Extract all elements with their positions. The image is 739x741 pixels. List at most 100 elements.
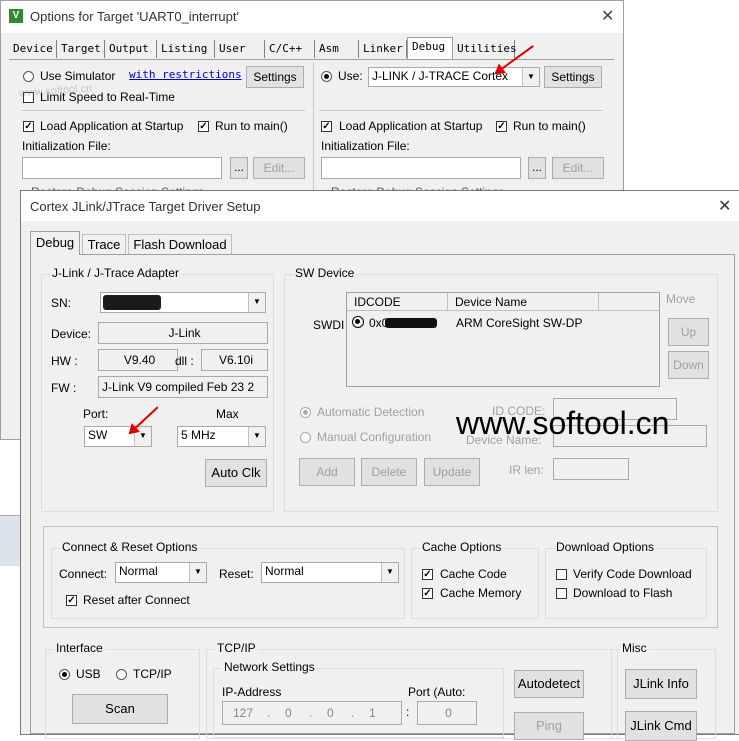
cache-memory-label: Cache Memory <box>440 586 522 600</box>
tab-device[interactable]: Device <box>9 40 57 58</box>
tab-listing[interactable]: Listing <box>157 40 215 58</box>
tab-trace[interactable]: Trace <box>82 234 126 254</box>
connect-reset-group: Connect & Reset Options <box>51 540 405 619</box>
reset-select[interactable]: Normal ▼ <box>261 562 399 583</box>
chevron-down-icon: ▼ <box>248 427 265 446</box>
debugger-select[interactable]: J-LINK / J-TRACE Cortex ▼ <box>368 67 540 87</box>
use-debugger-radio[interactable] <box>321 71 332 82</box>
tab-asm[interactable]: Asm <box>315 40 359 58</box>
cache-options-group-title: Cache Options <box>420 540 504 554</box>
tab-linker[interactable]: Linker <box>359 40 407 58</box>
tcpip-radio[interactable] <box>116 669 127 680</box>
update-button[interactable]: Update <box>424 458 480 486</box>
row-select-radio[interactable] <box>352 316 364 328</box>
delete-button[interactable]: Delete <box>361 458 417 486</box>
with-restrictions-link[interactable]: with restrictions <box>129 68 242 81</box>
run-to-main-label: Run to main() <box>215 119 288 133</box>
close-icon[interactable]: ✕ <box>718 196 731 216</box>
move-down-button[interactable]: Down <box>668 351 709 379</box>
row-device-name: ARM CoreSight SW-DP <box>456 316 583 330</box>
browse-button[interactable]: ... <box>230 157 248 179</box>
tab-cc[interactable]: C/C++ <box>265 40 315 58</box>
simulator-settings-button[interactable]: Settings <box>246 66 304 88</box>
automatic-detection-radio[interactable] <box>300 407 311 418</box>
row-idcode-redaction <box>385 318 437 328</box>
sw-device-table[interactable]: IDCODE Device Name 0x0 ARM CoreSight SW-… <box>346 292 660 387</box>
tab-target[interactable]: Target <box>57 40 105 58</box>
fw-label: FW : <box>51 381 77 395</box>
download-to-flash-checkbox[interactable] <box>556 588 567 599</box>
autodetect-button[interactable]: Autodetect <box>514 670 584 698</box>
close-icon[interactable]: ✕ <box>601 6 614 26</box>
reset-after-connect-checkbox[interactable]: ✓ <box>66 595 77 606</box>
connect-reset-group-title: Connect & Reset Options <box>60 540 200 554</box>
tcpip-group-title: TCP/IP <box>215 641 258 655</box>
auto-clk-button[interactable]: Auto Clk <box>205 459 267 487</box>
jlink-info-button[interactable]: JLink Info <box>625 669 697 699</box>
driver-title: Cortex JLink/JTrace Target Driver Setup <box>30 199 261 214</box>
usb-label: USB <box>76 667 101 681</box>
reset-value: Normal <box>265 564 304 578</box>
connect-label: Connect: <box>59 567 108 581</box>
port-select[interactable]: SW ▼ <box>84 426 152 447</box>
sn-select[interactable]: ▼ <box>100 292 266 313</box>
jlink-cmd-button[interactable]: JLink Cmd <box>625 711 697 741</box>
debugger-settings-button[interactable]: Settings <box>544 66 602 88</box>
tab-user[interactable]: User <box>215 40 265 58</box>
tab-flash-download[interactable]: Flash Download <box>128 234 232 254</box>
port-value: SW <box>88 428 108 442</box>
ip-address-input[interactable]: 127 . 0 . 0 . 1 <box>222 701 402 725</box>
ip-part-1: 127 <box>233 706 254 720</box>
dll-label: dll : <box>175 354 194 368</box>
ir-len-input[interactable] <box>553 458 629 480</box>
usb-radio[interactable] <box>59 669 70 680</box>
driver-tab-strip: Debug Trace Flash Download <box>30 231 735 255</box>
move-up-button[interactable]: Up <box>668 318 709 346</box>
verify-download-label: Verify Code Download <box>573 567 692 581</box>
chevron-down-icon: ▼ <box>522 68 539 86</box>
sn-label: SN: <box>51 296 72 310</box>
cache-memory-checkbox[interactable]: ✓ <box>422 588 433 599</box>
edit-button-right[interactable]: Edit... <box>552 157 604 179</box>
max-clock-select[interactable]: 5 MHz ▼ <box>177 426 266 447</box>
cache-code-checkbox[interactable]: ✓ <box>422 569 433 580</box>
use-label: Use: <box>338 69 363 83</box>
adapter-group-title: J-Link / J-Trace Adapter <box>50 266 181 280</box>
port-input[interactable]: 0 <box>417 701 477 725</box>
edit-button[interactable]: Edit... <box>253 157 305 179</box>
browse-button-right[interactable]: ... <box>528 157 546 179</box>
scan-button[interactable]: Scan <box>72 694 168 724</box>
init-file-label-right: Initialization File: <box>321 139 410 153</box>
hw-label: HW : <box>51 354 78 368</box>
init-file-input[interactable] <box>22 157 222 179</box>
download-options-group: Download Options <box>545 540 707 619</box>
table-row[interactable]: 0x0 ARM CoreSight SW-DP <box>347 313 659 331</box>
reset-label: Reset: <box>219 567 254 581</box>
init-file-input-right[interactable] <box>321 157 521 179</box>
run-to-main-checkbox-right[interactable]: ✓ <box>496 121 507 132</box>
app-icon: V <box>9 9 23 23</box>
table-header-idcode[interactable]: IDCODE <box>347 293 448 311</box>
tab-debug[interactable]: Debug <box>407 37 453 59</box>
add-button[interactable]: Add <box>299 458 355 486</box>
load-app-checkbox-right[interactable]: ✓ <box>321 121 332 132</box>
ir-len-label: IR len: <box>509 463 544 477</box>
table-header-filler <box>599 293 659 311</box>
options-tab-strip: Device Target Output Listing User C/C++ … <box>9 37 614 60</box>
load-app-checkbox[interactable]: ✓ <box>23 121 34 132</box>
chevron-down-icon: ▼ <box>248 293 265 312</box>
init-file-label: Initialization File: <box>22 139 111 153</box>
tab-output[interactable]: Output <box>105 40 157 58</box>
options-title: Options for Target 'UART0_interrupt' <box>30 9 239 24</box>
verify-download-checkbox[interactable] <box>556 569 567 580</box>
run-to-main-checkbox[interactable]: ✓ <box>198 121 209 132</box>
use-simulator-radio[interactable] <box>23 71 34 82</box>
ping-button[interactable]: Ping <box>514 712 584 740</box>
manual-config-radio[interactable] <box>300 432 311 443</box>
tab-debug-driver[interactable]: Debug <box>30 231 80 255</box>
interface-group-title: Interface <box>54 641 105 655</box>
connect-select[interactable]: Normal ▼ <box>115 562 207 583</box>
tab-utilities[interactable]: Utilities <box>453 40 517 58</box>
table-header-device-name[interactable]: Device Name <box>448 293 599 311</box>
watermark-large: www.softool.cn <box>456 405 670 441</box>
